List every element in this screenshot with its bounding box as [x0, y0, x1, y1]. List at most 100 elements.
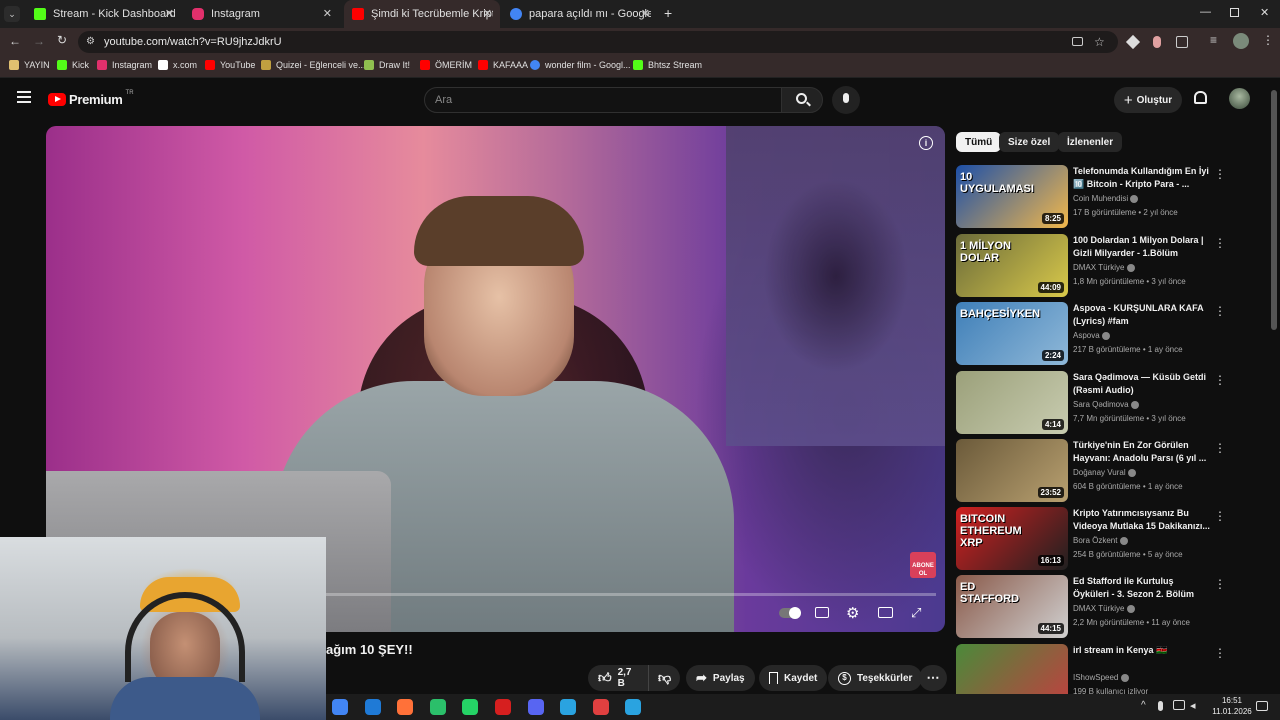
profile-avatar[interactable] — [1233, 33, 1249, 49]
bookmark-draw-it[interactable]: Draw It! — [364, 60, 410, 70]
chip-all[interactable]: Tümü — [956, 132, 1002, 152]
channel-name[interactable]: IShowSpeed — [1073, 673, 1129, 682]
video-thumbnail[interactable]: 23:52 — [956, 439, 1068, 502]
video-title[interactable]: Kripto Yatırımcısıysanız Bu Videoya Mutl… — [1073, 507, 1211, 533]
create-button[interactable]: + Oluştur — [1114, 87, 1182, 113]
video-thumbnail[interactable]: BITCOIN ETHEREUM XRP 16:13 — [956, 507, 1068, 570]
tab-instagram[interactable]: Instagram ✕ — [184, 0, 340, 28]
video-title[interactable]: Aspova - KURŞUNLARA KAFA (Lyrics) #fam — [1073, 302, 1211, 328]
microphone-tray-icon[interactable] — [1158, 701, 1163, 711]
bookmark-wonder-film[interactable]: wonder film - Googl... — [530, 60, 631, 70]
video-title[interactable]: Türkiye'nin En Zor Görülen Hayvanı: Anad… — [1073, 439, 1211, 465]
new-tab-icon[interactable]: + — [664, 5, 672, 21]
browser-menu-icon[interactable]: ⋮ — [1262, 33, 1274, 47]
bookmark-quizei[interactable]: Quizei - Eğlenceli ve... — [261, 60, 366, 70]
account-avatar[interactable] — [1229, 88, 1250, 109]
like-button[interactable]: 👍︎ 2,7 B — [588, 665, 648, 691]
bookmark-star-icon[interactable]: ☆ — [1094, 31, 1105, 53]
search-input[interactable]: Ara — [424, 87, 782, 113]
video-thumbnail[interactable]: ED STAFFORD 44:15 — [956, 575, 1068, 638]
more-options-icon[interactable]: ⋮ — [1214, 646, 1226, 660]
chip-watched[interactable]: İzlenenler — [1058, 132, 1123, 152]
taskbar-app-icon[interactable] — [560, 699, 577, 715]
recommended-video[interactable]: 10 UYGULAMASI 8:25 Telefonumda Kullandığım… — [956, 165, 1226, 229]
tab-google-search[interactable]: papara açıldı mı - Google'da A ✕ — [502, 0, 658, 28]
info-icon[interactable]: i — [919, 136, 933, 150]
minimize-icon[interactable]: — — [1200, 6, 1211, 18]
more-options-icon[interactable]: ⋮ — [1214, 304, 1226, 318]
youtube-logo[interactable]: Premium TR — [48, 90, 134, 107]
tray-chevron-icon[interactable]: ^ — [1141, 700, 1146, 711]
channel-name[interactable]: Bora Özkent — [1073, 536, 1128, 545]
tab-youtube-video[interactable]: Şimdi ki Tecrübemle Kriptoya G ✕ — [344, 0, 500, 28]
taskbar-app-icon[interactable] — [462, 699, 479, 715]
channel-name[interactable]: Sara Qədimova — [1073, 400, 1139, 409]
channel-name[interactable]: DMAX Türkiye — [1073, 604, 1135, 613]
forward-icon[interactable]: → — [33, 34, 45, 48]
install-app-icon[interactable] — [1072, 37, 1083, 46]
video-thumbnail[interactable]: BAHÇESİYKEN 2:24 — [956, 302, 1068, 365]
back-icon[interactable]: ← — [9, 34, 21, 48]
recommended-video[interactable]: BITCOIN ETHEREUM XRP 16:13 Kripto Yatırımc… — [956, 507, 1226, 571]
taskbar-app-icon[interactable] — [527, 699, 544, 715]
dislike-button[interactable]: 👎︎ — [648, 665, 680, 691]
menu-icon[interactable] — [17, 91, 31, 103]
more-options-icon[interactable]: ⋮ — [1214, 509, 1226, 523]
close-tab-icon[interactable]: ✕ — [323, 7, 332, 20]
save-button[interactable]: Kaydet — [759, 665, 828, 691]
clock[interactable]: 16:51 11.01.2026 — [1202, 695, 1262, 717]
subscribe-watermark[interactable]: ABONE OL — [910, 552, 936, 578]
bookmark-yayin[interactable]: YAYIN — [9, 60, 50, 70]
bookmark-youtube[interactable]: YouTube — [205, 60, 255, 70]
bookmark-x[interactable]: x.com — [158, 60, 197, 70]
bookmark-kick[interactable]: Kick — [57, 60, 89, 70]
share-button[interactable]: ➦ Paylaş — [686, 665, 755, 691]
close-tab-icon[interactable]: ✕ — [641, 7, 650, 20]
settings-gear-icon[interactable]: ⚙ — [846, 604, 859, 622]
channel-name[interactable]: DMAX Türkiye — [1073, 263, 1135, 272]
tab-kick-dashboard[interactable]: Stream - Kick Dashboard ✕ — [26, 0, 182, 28]
recommended-video[interactable]: 4:14 Sara Qədimova — Küsüb Getdi (Rəsmi A… — [956, 371, 1226, 435]
bookmark-instagram[interactable]: Instagram — [97, 60, 152, 70]
channel-name[interactable]: Aspova — [1073, 331, 1110, 340]
extension-icon[interactable] — [1125, 34, 1141, 50]
tab-search-button[interactable]: ⌄ — [4, 6, 20, 22]
taskbar-app-icon[interactable] — [429, 699, 446, 715]
more-options-icon[interactable]: ⋮ — [1214, 236, 1226, 250]
subtitles-icon[interactable] — [815, 607, 829, 618]
taskbar-app-icon[interactable] — [592, 699, 609, 715]
more-options-icon[interactable]: ⋮ — [1214, 577, 1226, 591]
more-options-icon[interactable]: ⋮ — [1214, 373, 1226, 387]
bookmark-omerim[interactable]: ÖMERİM — [420, 60, 472, 70]
more-actions-button[interactable]: ⋯ — [919, 665, 947, 691]
reading-list-icon[interactable]: ≡ — [1210, 33, 1217, 47]
bookmark-bhtsz-stream[interactable]: Bhtsz Stream — [633, 60, 702, 70]
recommended-video[interactable]: 1 MİLYON DOLAR 44:09 100 Dolardan 1 Milyon… — [956, 234, 1226, 298]
bookmark-kafaaa[interactable]: KAFAAA — [478, 60, 528, 70]
video-title[interactable]: Telefonumda Kullandığım En İyi 🔟 Bitcoin… — [1073, 165, 1211, 191]
taskbar-app-icon[interactable] — [495, 699, 511, 715]
video-thumbnail[interactable]: 4:14 — [956, 371, 1068, 434]
restore-icon[interactable] — [1230, 8, 1239, 17]
channel-name[interactable]: Doğanay Vural — [1073, 468, 1136, 477]
close-tab-icon[interactable]: ✕ — [165, 7, 174, 20]
recommended-video[interactable]: ED STAFFORD 44:15 Ed Stafford ile Kurtuluş… — [956, 575, 1226, 639]
url-field[interactable]: ⚙ youtube.com/watch?v=RU9jhzJdkrU ☆ — [78, 31, 1118, 53]
fullscreen-icon[interactable]: ⤢ — [911, 605, 921, 621]
page-scrollbar[interactable] — [1271, 90, 1277, 330]
site-info-icon[interactable]: ⚙ — [86, 31, 95, 53]
video-title[interactable]: Sara Qədimova — Küsüb Getdi (Rəsmi Audio… — [1073, 371, 1211, 397]
recommended-video[interactable]: BAHÇESİYKEN 2:24 Aspova - KURŞUNLARA KAFA … — [956, 302, 1226, 366]
network-icon[interactable] — [1173, 700, 1185, 710]
more-options-icon[interactable]: ⋮ — [1214, 167, 1226, 181]
notifications-bell-icon[interactable] — [1194, 91, 1207, 104]
progress-bar[interactable] — [326, 593, 936, 596]
video-title[interactable]: Ed Stafford ile Kurtuluş Öyküleri - 3. S… — [1073, 575, 1211, 602]
video-title[interactable]: irl stream in Kenya 🇰🇪 — [1073, 644, 1211, 657]
notification-center-icon[interactable] — [1256, 701, 1268, 711]
taskbar-app-icon[interactable] — [364, 699, 381, 715]
autoplay-toggle[interactable] — [779, 607, 801, 619]
taskbar-app-icon[interactable] — [625, 699, 642, 715]
extension-icon[interactable] — [1153, 36, 1161, 48]
thanks-button[interactable]: $ Teşekkürler — [828, 665, 923, 691]
